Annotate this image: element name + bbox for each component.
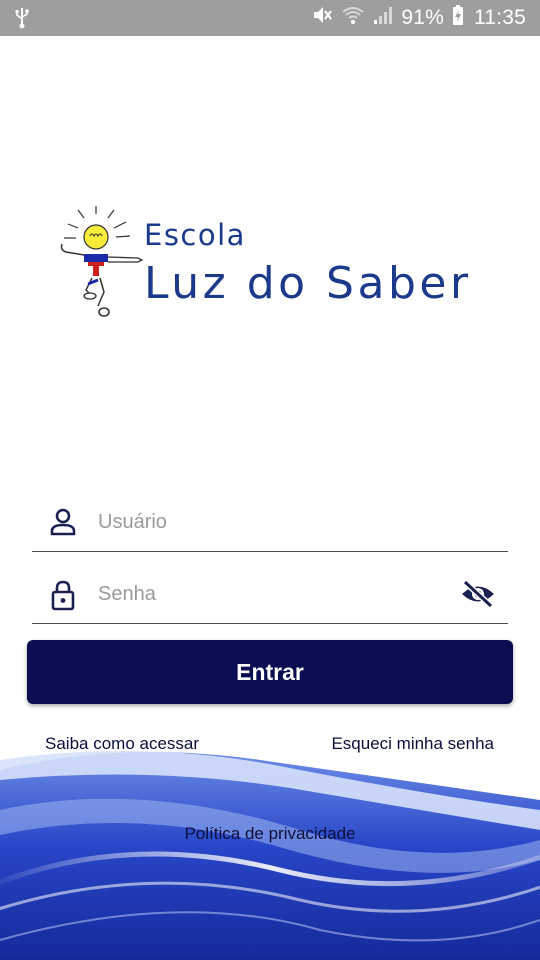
status-time: 11:35: [474, 6, 526, 29]
privacy-policy-link[interactable]: Política de privacidade: [0, 824, 540, 844]
mute-icon: [311, 4, 333, 32]
eye-off-icon[interactable]: [460, 579, 496, 609]
battery-percent: 91%: [401, 6, 444, 29]
how-to-access-link[interactable]: Saiba como acessar: [45, 734, 199, 754]
lock-icon: [48, 579, 78, 611]
battery-charging-icon: [452, 4, 464, 32]
password-input[interactable]: [98, 573, 458, 615]
school-logo: Escola Luz do Saber: [52, 200, 492, 330]
password-field: [32, 563, 508, 624]
username-field: [32, 491, 508, 552]
usb-icon: [14, 7, 30, 35]
username-input[interactable]: [98, 501, 458, 543]
lightbulb-mascot-icon: [60, 206, 144, 317]
status-bar-right: 91% 11:35: [311, 0, 526, 36]
user-icon: [48, 507, 78, 537]
login-button[interactable]: Entrar: [27, 640, 513, 704]
signal-icon: [373, 5, 393, 31]
logo-line-luz-do-saber: Luz do Saber: [144, 258, 472, 309]
decorative-waves: [0, 751, 540, 960]
status-bar: 91% 11:35: [0, 0, 540, 36]
wifi-icon: [341, 4, 365, 32]
logo-line-escola: Escola: [144, 218, 246, 252]
forgot-password-link[interactable]: Esqueci minha senha: [331, 734, 494, 754]
